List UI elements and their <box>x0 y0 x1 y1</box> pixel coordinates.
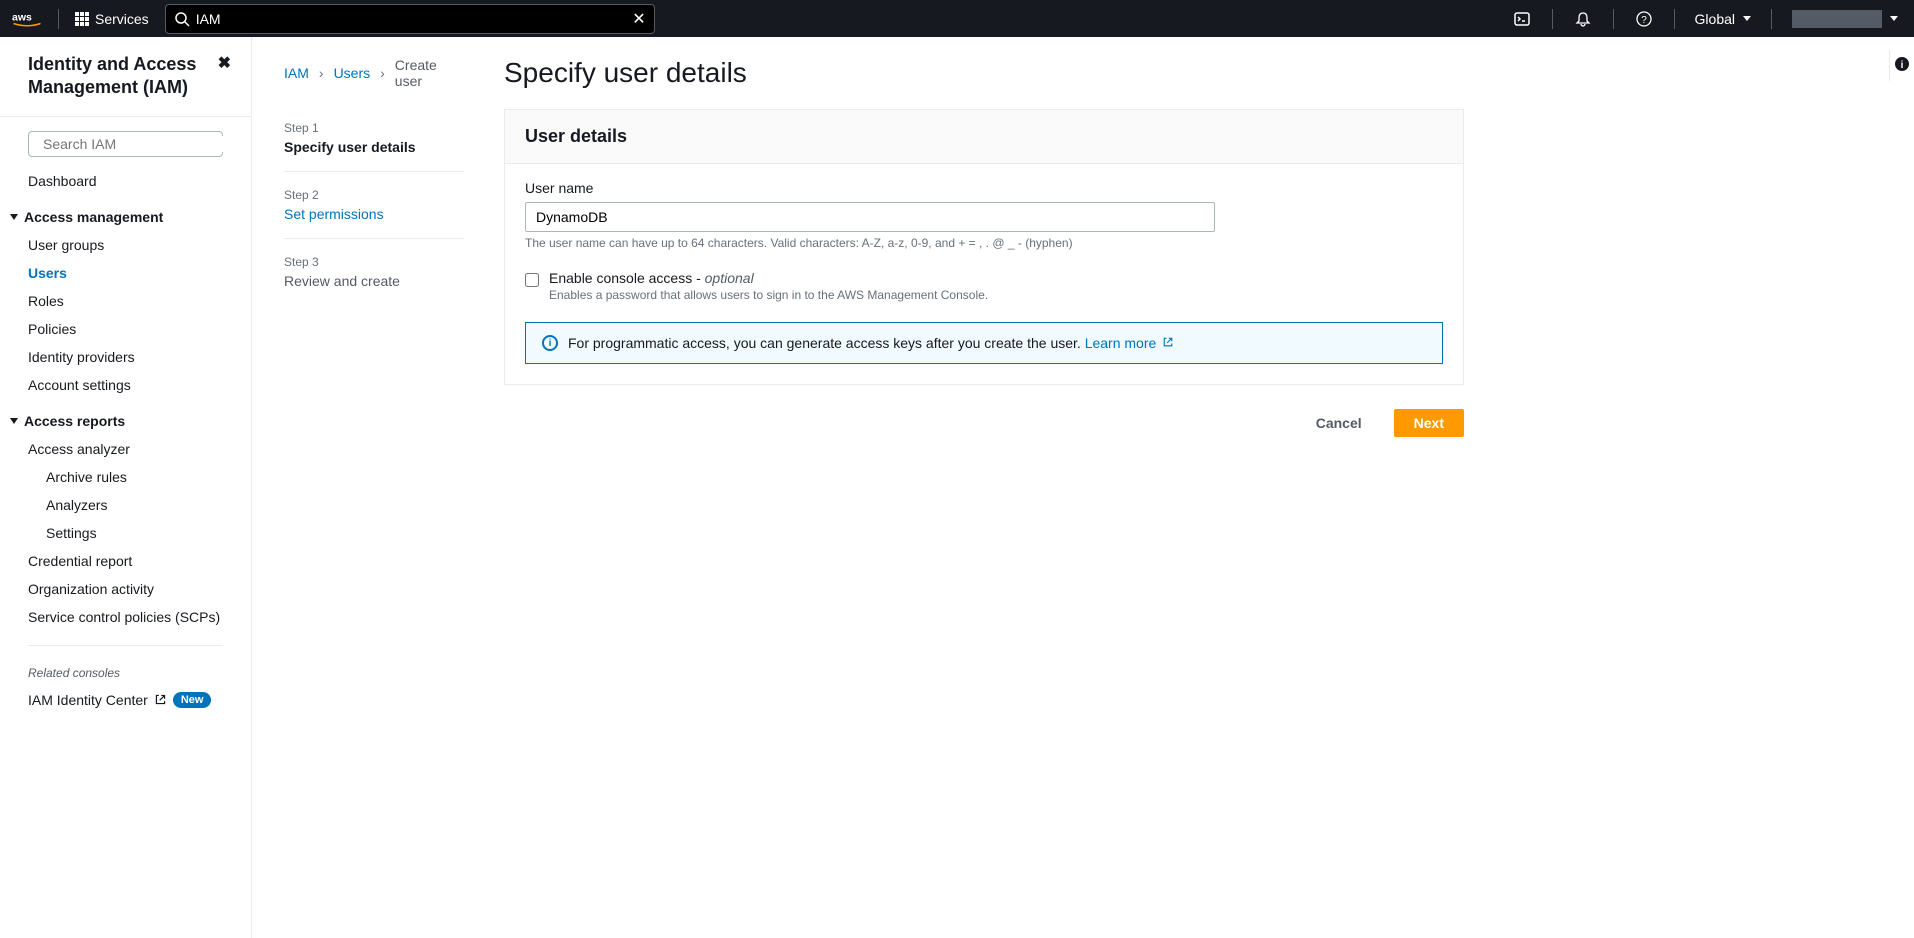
sidebar-item-organization-activity[interactable]: Organization activity <box>0 575 251 603</box>
svg-text:?: ? <box>1641 15 1647 26</box>
step-title: Specify user details <box>284 139 464 155</box>
external-link-icon <box>1162 336 1174 348</box>
sidebar-item-users[interactable]: Users <box>0 259 251 287</box>
close-sidebar-icon[interactable]: ✖ <box>218 53 231 73</box>
triangle-down-icon <box>10 418 18 424</box>
cancel-button[interactable]: Cancel <box>1296 409 1382 437</box>
main-content: IAM › Users › Create user Step 1 Specify… <box>252 37 1914 938</box>
sidebar-item-dashboard[interactable]: Dashboard <box>0 167 251 195</box>
panel-title: User details <box>525 126 1443 147</box>
sidebar-item-scps[interactable]: Service control policies (SCPs) <box>0 603 251 631</box>
svg-text:i: i <box>1901 60 1904 71</box>
caret-down-icon <box>1890 16 1898 21</box>
grid-icon <box>75 12 89 26</box>
sidebar-search[interactable] <box>28 131 223 157</box>
region-label: Global <box>1695 11 1735 27</box>
learn-more-link[interactable]: Learn more <box>1085 335 1174 351</box>
global-search-input[interactable] <box>196 11 633 27</box>
services-button[interactable]: Services <box>67 7 157 31</box>
breadcrumb-users[interactable]: Users <box>334 65 371 81</box>
nav-divider <box>58 9 59 29</box>
external-link-icon <box>154 693 167 706</box>
sidebar-item-account-settings[interactable]: Account settings <box>0 371 251 399</box>
help-icon[interactable]: ? <box>1626 5 1662 33</box>
new-badge: New <box>173 692 212 708</box>
wizard-step-2[interactable]: Step 2 Set permissions <box>284 188 464 239</box>
sidebar-section-access-management[interactable]: Access management <box>0 195 251 231</box>
search-clear-icon[interactable]: ✕ <box>632 9 645 29</box>
sidebar-section-access-reports[interactable]: Access reports <box>0 399 251 435</box>
nav-divider <box>1613 9 1614 29</box>
breadcrumb-create-user: Create user <box>395 57 464 89</box>
step-title: Set permissions <box>284 206 464 222</box>
step-title: Review and create <box>284 273 464 289</box>
sidebar-item-identity-providers[interactable]: Identity providers <box>0 343 251 371</box>
sidebar-item-archive-rules[interactable]: Archive rules <box>0 463 251 491</box>
sidebar-item-user-groups[interactable]: User groups <box>0 231 251 259</box>
chevron-right-icon: › <box>319 65 324 81</box>
wizard-step-3: Step 3 Review and create <box>284 255 464 305</box>
sidebar-item-policies[interactable]: Policies <box>0 315 251 343</box>
triangle-down-icon <box>10 214 18 220</box>
related-item-identity-center[interactable]: IAM Identity Center New <box>0 686 251 714</box>
chevron-right-icon: › <box>380 65 385 81</box>
username-input[interactable] <box>525 202 1215 232</box>
console-access-label: Enable console access - optional <box>549 270 988 286</box>
sidebar-item-roles[interactable]: Roles <box>0 287 251 315</box>
search-icon <box>174 11 190 27</box>
username-hint: The user name can have up to 64 characte… <box>525 236 1443 250</box>
wizard-step-1: Step 1 Specify user details <box>284 121 464 172</box>
panel-header: User details <box>505 110 1463 164</box>
page-title: Specify user details <box>504 57 1464 89</box>
services-label: Services <box>95 11 149 27</box>
nav-divider <box>1771 9 1772 29</box>
sidebar-item-credential-report[interactable]: Credential report <box>0 547 251 575</box>
sidebar-divider <box>28 645 223 646</box>
nav-divider <box>1674 9 1675 29</box>
notifications-icon[interactable] <box>1565 5 1601 33</box>
breadcrumb-iam[interactable]: IAM <box>284 65 309 81</box>
next-button[interactable]: Next <box>1394 409 1464 437</box>
info-icon: i <box>542 335 558 351</box>
nav-divider <box>1552 9 1553 29</box>
caret-down-icon <box>1743 16 1751 21</box>
global-search[interactable]: ✕ <box>165 4 655 34</box>
sidebar-item-settings[interactable]: Settings <box>0 519 251 547</box>
sidebar-item-analyzers[interactable]: Analyzers <box>0 491 251 519</box>
username-label: User name <box>525 180 1443 196</box>
top-nav: aws Services ✕ ? Global <box>0 0 1914 37</box>
info-icon: i <box>1894 56 1910 72</box>
svg-text:aws: aws <box>12 11 32 23</box>
help-panel-toggle[interactable]: i <box>1889 50 1914 81</box>
sidebar-title: Identity and Access Management (IAM) <box>28 53 218 100</box>
step-number: Step 1 <box>284 121 464 135</box>
console-access-description: Enables a password that allows users to … <box>549 288 988 302</box>
step-number: Step 3 <box>284 255 464 269</box>
aws-logo[interactable]: aws <box>12 10 42 28</box>
cloudshell-icon[interactable] <box>1504 5 1540 33</box>
info-text: For programmatic access, you can generat… <box>568 335 1174 351</box>
breadcrumb: IAM › Users › Create user <box>284 57 464 89</box>
step-number: Step 2 <box>284 188 464 202</box>
user-details-panel: User details User name The user name can… <box>504 109 1464 385</box>
console-access-checkbox[interactable] <box>525 273 539 287</box>
info-box: i For programmatic access, you can gener… <box>525 322 1443 364</box>
sidebar-item-access-analyzer[interactable]: Access analyzer <box>0 435 251 463</box>
sidebar-search-input[interactable] <box>43 136 224 152</box>
related-consoles-label: Related consoles <box>0 660 251 686</box>
sidebar: Identity and Access Management (IAM) ✖ D… <box>0 37 252 938</box>
account-menu[interactable] <box>1792 10 1882 28</box>
region-selector[interactable]: Global <box>1687 7 1759 31</box>
